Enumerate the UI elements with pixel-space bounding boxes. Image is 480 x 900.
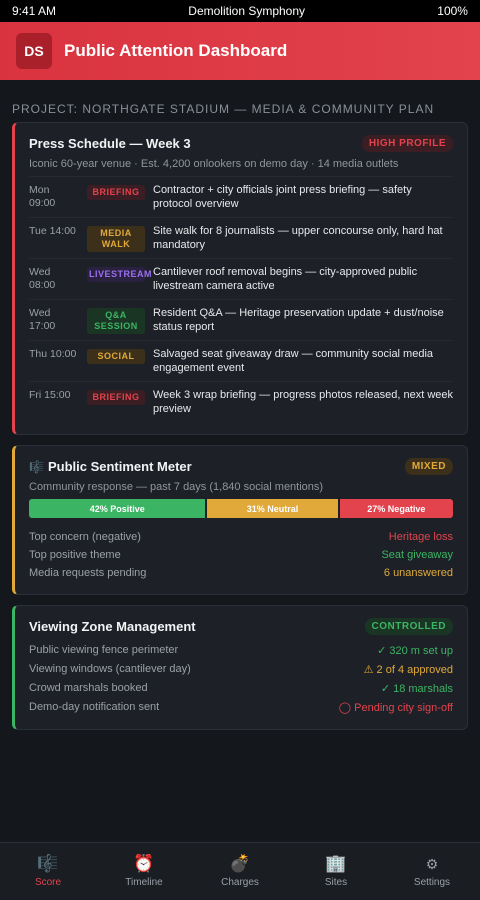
row-value: 6 unanswered [383, 567, 453, 579]
page-title: Public Attention Dashboard [64, 41, 288, 60]
status-battery: 100% [437, 4, 468, 18]
press-schedule-card: Press Schedule — Week 3 HIGH PROFILE Ico… [12, 122, 468, 435]
schedule-text: Contractor + city officials joint press … [153, 184, 412, 210]
row-value: ⚠ 2 of 4 approved [363, 664, 453, 676]
schedule-tag-briefing: BRIEFING [87, 390, 145, 405]
viewing-zone-card: Viewing Zone Management CONTROLLED Publi… [12, 605, 468, 730]
schedule-tag-social: SOCIAL [87, 349, 145, 364]
nav-label: Score [34, 877, 62, 888]
schedule-time: Mon 09:00 [29, 184, 56, 209]
viewing-zone-title: Viewing Zone Management [29, 619, 196, 634]
status-bar: 9:41 AM Demolition Symphony 100% [0, 0, 480, 22]
schedule-text: Week 3 wrap briefing — progress photos r… [153, 389, 454, 415]
nav-settings[interactable]: ⚙ Settings [384, 843, 480, 900]
alarm-clock-icon: ⏰ [133, 854, 155, 873]
high-profile-badge: HIGH PROFILE [361, 135, 453, 152]
row-value: ✓ 18 marshals [380, 683, 453, 695]
nav-score[interactable]: 🎼 Score [0, 843, 96, 900]
schedule-row[interactable]: Mon 09:00 BRIEFING Contractor + city offi… [29, 176, 453, 217]
row-label: Crowd marshals booked [29, 682, 148, 694]
schedule-row[interactable]: Tue 14:00 MEDIA WALK Site walk for 8 jour… [29, 217, 453, 258]
bottom-nav: 🎼 Score ⏰ Timeline 💣 Charges 🏢 Sites ⚙ S… [0, 842, 480, 900]
schedule-time: Wed 08:00 [29, 266, 56, 291]
sentiment-title: 🎼 Public Sentiment Meter [29, 459, 192, 474]
negative-segment: 27% Negative [339, 499, 454, 518]
schedule-text: Site walk for 8 journalists — upper conc… [153, 225, 443, 251]
sentiment-meter: 42% Positive 31% Neutral 27% Negative [29, 499, 454, 518]
row-label: Public viewing fence perimeter [29, 644, 179, 656]
row-value: ◯ Pending city sign-off [338, 702, 453, 714]
app-logo: DS [16, 33, 52, 69]
schedule-tag-briefing: BRIEFING [87, 185, 145, 200]
gear-icon: ⚙ [425, 856, 439, 872]
schedule-row[interactable]: Thu 10:00 SOCIAL Salvaged seat giveaway … [29, 340, 453, 381]
viewing-row: Public viewing fence perimeter ✓ 320 m s… [29, 641, 453, 660]
schedule-row[interactable]: Fri 15:00 BRIEFING Week 3 wrap briefing … [29, 381, 453, 422]
sentiment-row: Top concern (negative) Heritage loss [29, 528, 453, 546]
nav-timeline[interactable]: ⏰ Timeline [96, 843, 192, 900]
schedule-time: Fri 15:00 [29, 389, 71, 401]
nav-charges[interactable]: 💣 Charges [192, 843, 288, 900]
positive-segment: 42% Positive [29, 499, 206, 518]
schedule-tag-qa-session: Q&A SESSION [87, 308, 145, 334]
viewing-row: Viewing windows (cantilever day) ⚠ 2 of … [29, 660, 453, 679]
nav-label: Sites [324, 877, 348, 888]
app-header: DS Public Attention Dashboard [0, 22, 480, 80]
neutral-segment: 31% Neutral [207, 499, 338, 518]
sentiment-row: Media requests pending 6 unanswered [29, 564, 453, 582]
nav-label: Charges [221, 877, 259, 888]
project-label: PROJECT: NORTHGATE STADIUM — MEDIA & COM… [12, 102, 435, 116]
nav-sites[interactable]: 🏢 Sites [288, 843, 384, 900]
press-schedule-subtitle: Iconic 60-year venue · Est. 4,200 onlook… [29, 158, 399, 170]
controlled-badge: CONTROLLED [364, 618, 453, 635]
row-label: Top positive theme [29, 549, 121, 561]
row-value: Seat giveaway [381, 549, 453, 561]
nav-label: Settings [413, 877, 451, 888]
nav-label: Timeline [125, 877, 163, 888]
row-value: Heritage loss [388, 531, 453, 543]
schedule-tag-media-walk: MEDIA WALK [87, 226, 145, 252]
schedule-row[interactable]: Wed 17:00 Q&A SESSION Resident Q&A — Herit… [29, 299, 453, 340]
row-label: Media requests pending [29, 567, 147, 579]
schedule-time: Wed 17:00 [29, 307, 56, 332]
mixed-badge: MIXED [404, 458, 453, 475]
schedule-time: Tue 14:00 [29, 225, 76, 237]
row-label: Viewing windows (cantilever day) [29, 663, 191, 675]
sentiment-subtitle: Community response — past 7 days (1,840 … [29, 481, 324, 493]
music-score-icon: 🎼 [37, 854, 59, 873]
row-label: Demo-day notification sent [29, 701, 160, 713]
status-app-name: Demolition Symphony [188, 4, 306, 18]
schedule-tag-livestream: LIVESTREAM [87, 267, 152, 282]
building-icon: 🏢 [325, 854, 347, 873]
schedule-text: Resident Q&A — Heritage preservation upd… [153, 307, 444, 333]
schedule-time: Thu 10:00 [29, 348, 77, 360]
row-label: Top concern (negative) [29, 531, 141, 543]
row-value: ✓ 320 m set up [377, 645, 453, 657]
sentiment-row: Top positive theme Seat giveaway [29, 546, 453, 564]
sentiment-card: 🎼 Public Sentiment Meter MIXED Community … [12, 445, 468, 595]
music-score-icon: 🎼 [29, 460, 44, 474]
schedule-text: Cantilever roof removal begins — city-ap… [153, 266, 418, 292]
schedule-row[interactable]: Wed 08:00 LIVESTREAM Cantilever roof remo… [29, 258, 453, 299]
viewing-row: Crowd marshals booked ✓ 18 marshals [29, 679, 453, 698]
press-schedule-title: Press Schedule — Week 3 [29, 136, 191, 151]
viewing-row: Demo-day notification sent ◯ Pending cit… [29, 698, 453, 717]
status-time: 9:41 AM [12, 4, 57, 18]
sentiment-title-text: Public Sentiment Meter [47, 459, 192, 474]
schedule-text: Salvaged seat giveaway draw — community … [153, 348, 434, 374]
bomb-icon: 💣 [229, 854, 251, 873]
